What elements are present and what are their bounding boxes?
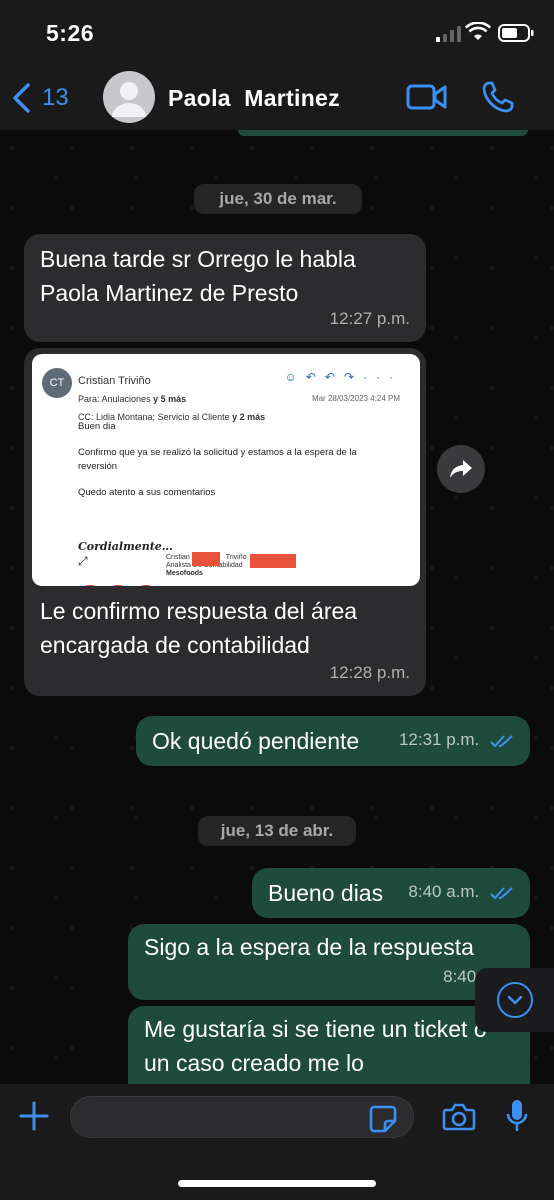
default-avatar-icon [112,82,146,117]
plus-icon[interactable] [18,1100,50,1132]
sender-avatar: CT [42,368,72,398]
message-text: Le confirmo respuesta del área encargada… [40,598,358,658]
video-call-icon[interactable] [406,82,448,112]
message-text: Buena tarde sr Orrego le habla Paola Mar… [40,246,356,306]
camera-icon[interactable] [442,1102,476,1132]
message-incoming-image[interactable]: CT Cristian Triviño ☺↶↶↷··· Para: Anulac… [24,348,426,696]
status-time: 5:26 [46,20,95,46]
chat-area[interactable]: jue, 30 de mar. Buena tarde sr Orrego le… [0,130,554,1084]
date-separator: jue, 13 de abr. [198,816,356,846]
company-logos [80,572,170,586]
status-bar: 5:26 [0,0,554,64]
battery-icon [498,24,534,42]
message-input[interactable] [70,1096,414,1138]
message-incoming[interactable]: Buena tarde sr Orrego le habla Paola Mar… [24,234,426,342]
back-button[interactable]: 13 [10,78,69,118]
message-time-status: 8:40 a.m. [408,875,514,909]
message-composer [0,1084,554,1200]
avatar[interactable] [103,71,155,123]
phone-icon[interactable] [481,80,515,114]
redaction-block [192,552,220,566]
scroll-to-bottom-button[interactable] [475,968,554,1032]
message-time: 12:27 p.m. [329,309,410,328]
unread-count: 13 [42,84,69,111]
forward-button[interactable] [437,445,485,493]
contact-name[interactable]: Paola Martinez [168,85,340,112]
wifi-icon [465,22,491,40]
email-date: Mar 28/03/2023 4:24 PM [311,394,400,403]
message-text: Sigo a la espera de la respuesta [144,934,474,960]
microphone-icon[interactable] [505,1098,529,1134]
chat-header: 13 Paola Martinez [0,64,554,130]
redaction-block [250,554,296,568]
previous-message-edge [238,130,528,136]
email-screenshot-image[interactable]: CT Cristian Triviño ☺↶↶↷··· Para: Anulac… [32,354,420,586]
message-outgoing[interactable]: Bueno dias 8:40 a.m. [252,868,530,918]
share-arrow-icon [450,460,472,478]
chevron-left-icon [13,83,30,113]
date-separator: jue, 30 de mar. [194,184,362,214]
message-text: Me gustaría si se tiene un ticket o un c… [144,1016,487,1076]
message-outgoing[interactable]: Sigo a la espera de la respuesta 8:40 a.… [128,924,530,1000]
chevron-down-icon [507,995,523,1005]
home-indicator[interactable] [178,1180,376,1187]
email-body: Buen dia Confirmo que ya se realizó la s… [78,421,357,498]
message-time: 12:28 p.m. [329,663,410,682]
double-check-icon [490,886,513,899]
cellular-signal-icon [436,26,461,42]
email-closing: Cordialmente… [78,540,173,553]
message-outgoing[interactable]: Ok quedó pendiente 12:31 p.m. [136,716,530,766]
message-outgoing[interactable]: Me gustaría si se tiene un ticket o un c… [128,1006,530,1084]
double-check-icon [490,734,513,747]
message-time-status: 12:31 p.m. [399,723,514,757]
sticker-icon[interactable] [368,1104,398,1134]
